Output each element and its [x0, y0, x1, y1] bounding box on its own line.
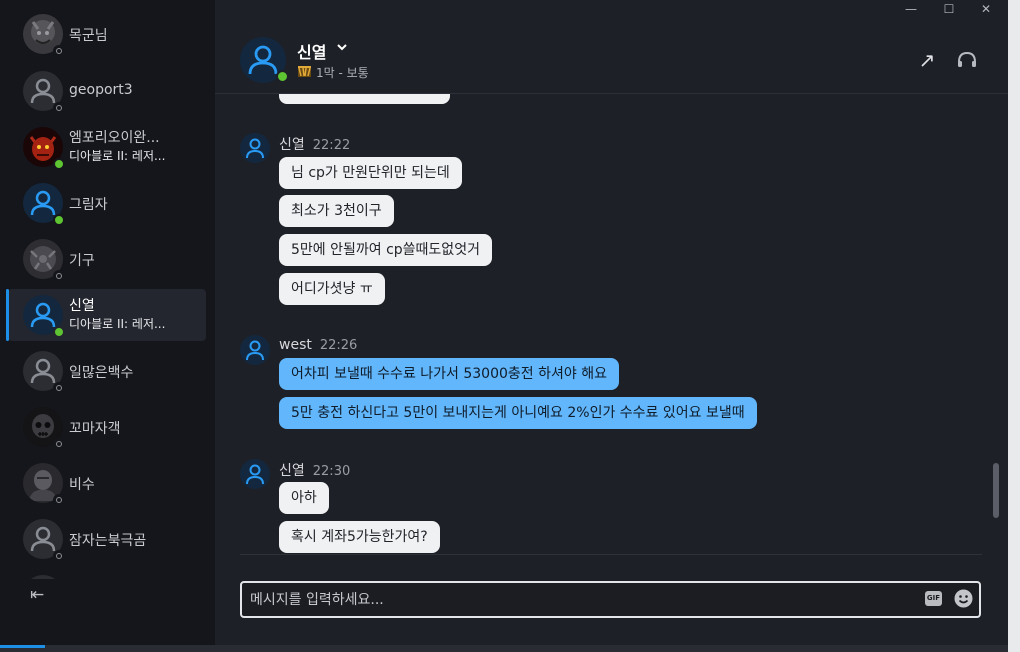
message-bubble: 어디가셧냥 ㅠ — [279, 273, 385, 305]
friend-item[interactable]: 비수 — [8, 457, 206, 509]
friend-name: 일많은백수 — [69, 365, 134, 381]
message-bubble-partial — [279, 94, 450, 104]
chat-partner-name[interactable]: 신열 — [297, 39, 326, 63]
friend-name: 목군님 — [69, 28, 108, 44]
message-author-name: west — [279, 337, 312, 353]
friend-item[interactable]: 잠자는북극곰 — [8, 513, 206, 565]
message-input[interactable] — [250, 583, 910, 616]
offline-status-indicator — [53, 550, 65, 562]
offline-status-indicator — [53, 494, 65, 506]
maximize-icon[interactable]: ☐ — [937, 2, 961, 18]
close-icon[interactable]: ✕ — [974, 2, 998, 18]
window-edge — [1008, 0, 1020, 652]
scrollbar-thumb[interactable] — [993, 463, 999, 518]
message-author-avatar — [240, 459, 270, 489]
composer-divider — [240, 554, 982, 555]
minimize-icon[interactable]: — — [899, 2, 923, 18]
friend-name: 기구 — [69, 253, 95, 269]
window-bottom-edge — [0, 645, 1008, 652]
smiley-icon[interactable] — [954, 589, 973, 608]
message-bubble: 5만 충전 하신다고 5만이 보내지는게 아니예요 2%인가 수수료 있어요 보… — [279, 397, 757, 429]
expand-icon[interactable]: ↗ — [915, 48, 939, 72]
message-author-avatar — [240, 133, 270, 163]
friend-name: geoport3 — [69, 82, 133, 98]
default-user-avatar — [23, 575, 63, 579]
message-composer: GIF — [240, 581, 981, 618]
friends-sidebar: 목군님 geoport3 엠포리오이완... 디아블로 II: 레저... 그림… — [0, 0, 215, 645]
offline-status-indicator — [53, 45, 65, 57]
friend-item-active[interactable]: 신열 디아블로 II: 레저... — [6, 289, 206, 341]
online-status-indicator — [53, 158, 65, 170]
message-time: 22:22 — [312, 138, 351, 153]
friend-item[interactable]: 꼬마자객 — [8, 401, 206, 453]
friend-game-status: 디아블로 II: 레저... — [69, 317, 166, 331]
chevron-down-icon[interactable] — [336, 41, 348, 56]
message-list: 신열 22:22 님 cp가 만원단위만 되는데 최소가 3천이구 5만에 안될까… — [215, 94, 1008, 554]
message-author: 신열 22:30 — [279, 460, 350, 480]
friend-item[interactable]: 그림자 — [8, 177, 206, 229]
message-author-name: 신열 — [279, 463, 305, 479]
message-bubble: 5만에 안될까여 cp쓸때도없엇거 — [279, 234, 492, 266]
friend-name: 잠자는북극곰 — [69, 533, 147, 549]
friend-item[interactable]: geoport3 — [8, 65, 206, 117]
message-time: 22:30 — [312, 464, 351, 479]
message-author: 신열 22:22 — [279, 134, 350, 154]
message-bubble: 님 cp가 만원단위만 되는데 — [279, 157, 462, 189]
offline-status-indicator — [53, 438, 65, 450]
chat-panel: — ☐ ✕ 신열 1막 - 보통 ↗ 신열 22:22 님 cp가 만원단위만 되… — [215, 0, 1008, 645]
friend-name: 비수 — [69, 477, 95, 493]
collapse-sidebar-icon[interactable]: ⇤ — [30, 585, 56, 607]
message-bubble: 혹시 계좌5가능한가여? — [279, 521, 440, 553]
friend-name: 꼬마자객 — [69, 421, 121, 437]
offline-status-indicator — [53, 270, 65, 282]
friend-item[interactable]: 일많은백수 — [8, 345, 206, 397]
friend-item-partial[interactable] — [8, 569, 206, 579]
online-status-indicator — [53, 214, 65, 226]
offline-status-indicator — [53, 102, 65, 114]
message-author: west 22:26 — [279, 337, 357, 353]
message-bubble: 어차피 보낼때 수수료 나가서 53000충전 하셔야 해요 — [279, 358, 619, 390]
friend-item[interactable]: 엠포리오이완... 디아블로 II: 레저... — [8, 121, 206, 173]
friend-game-status: 디아블로 II: 레저... — [69, 149, 166, 163]
friend-item[interactable]: 기구 — [8, 233, 206, 285]
taskbar-accent — [0, 645, 45, 648]
message-bubble: 아하 — [279, 482, 329, 514]
message-time: 22:26 — [319, 338, 358, 353]
message-author-avatar — [240, 335, 270, 365]
online-status-indicator — [53, 326, 65, 338]
message-author-name: 신열 — [279, 137, 305, 153]
friend-name: 신열 — [69, 298, 95, 314]
message-bubble: 최소가 3천이구 — [279, 195, 394, 227]
friend-name: 엠포리오이완... — [69, 130, 160, 146]
offline-status-indicator — [53, 382, 65, 394]
gif-button[interactable]: GIF — [925, 591, 942, 606]
chat-partner-game-status: 1막 - 보통 — [316, 66, 369, 80]
online-status-indicator — [276, 70, 289, 83]
diablo-ii-game-icon — [297, 64, 312, 78]
headset-icon[interactable] — [955, 48, 979, 72]
friend-item[interactable]: 목군님 — [8, 8, 206, 60]
friend-name: 그림자 — [69, 197, 108, 213]
